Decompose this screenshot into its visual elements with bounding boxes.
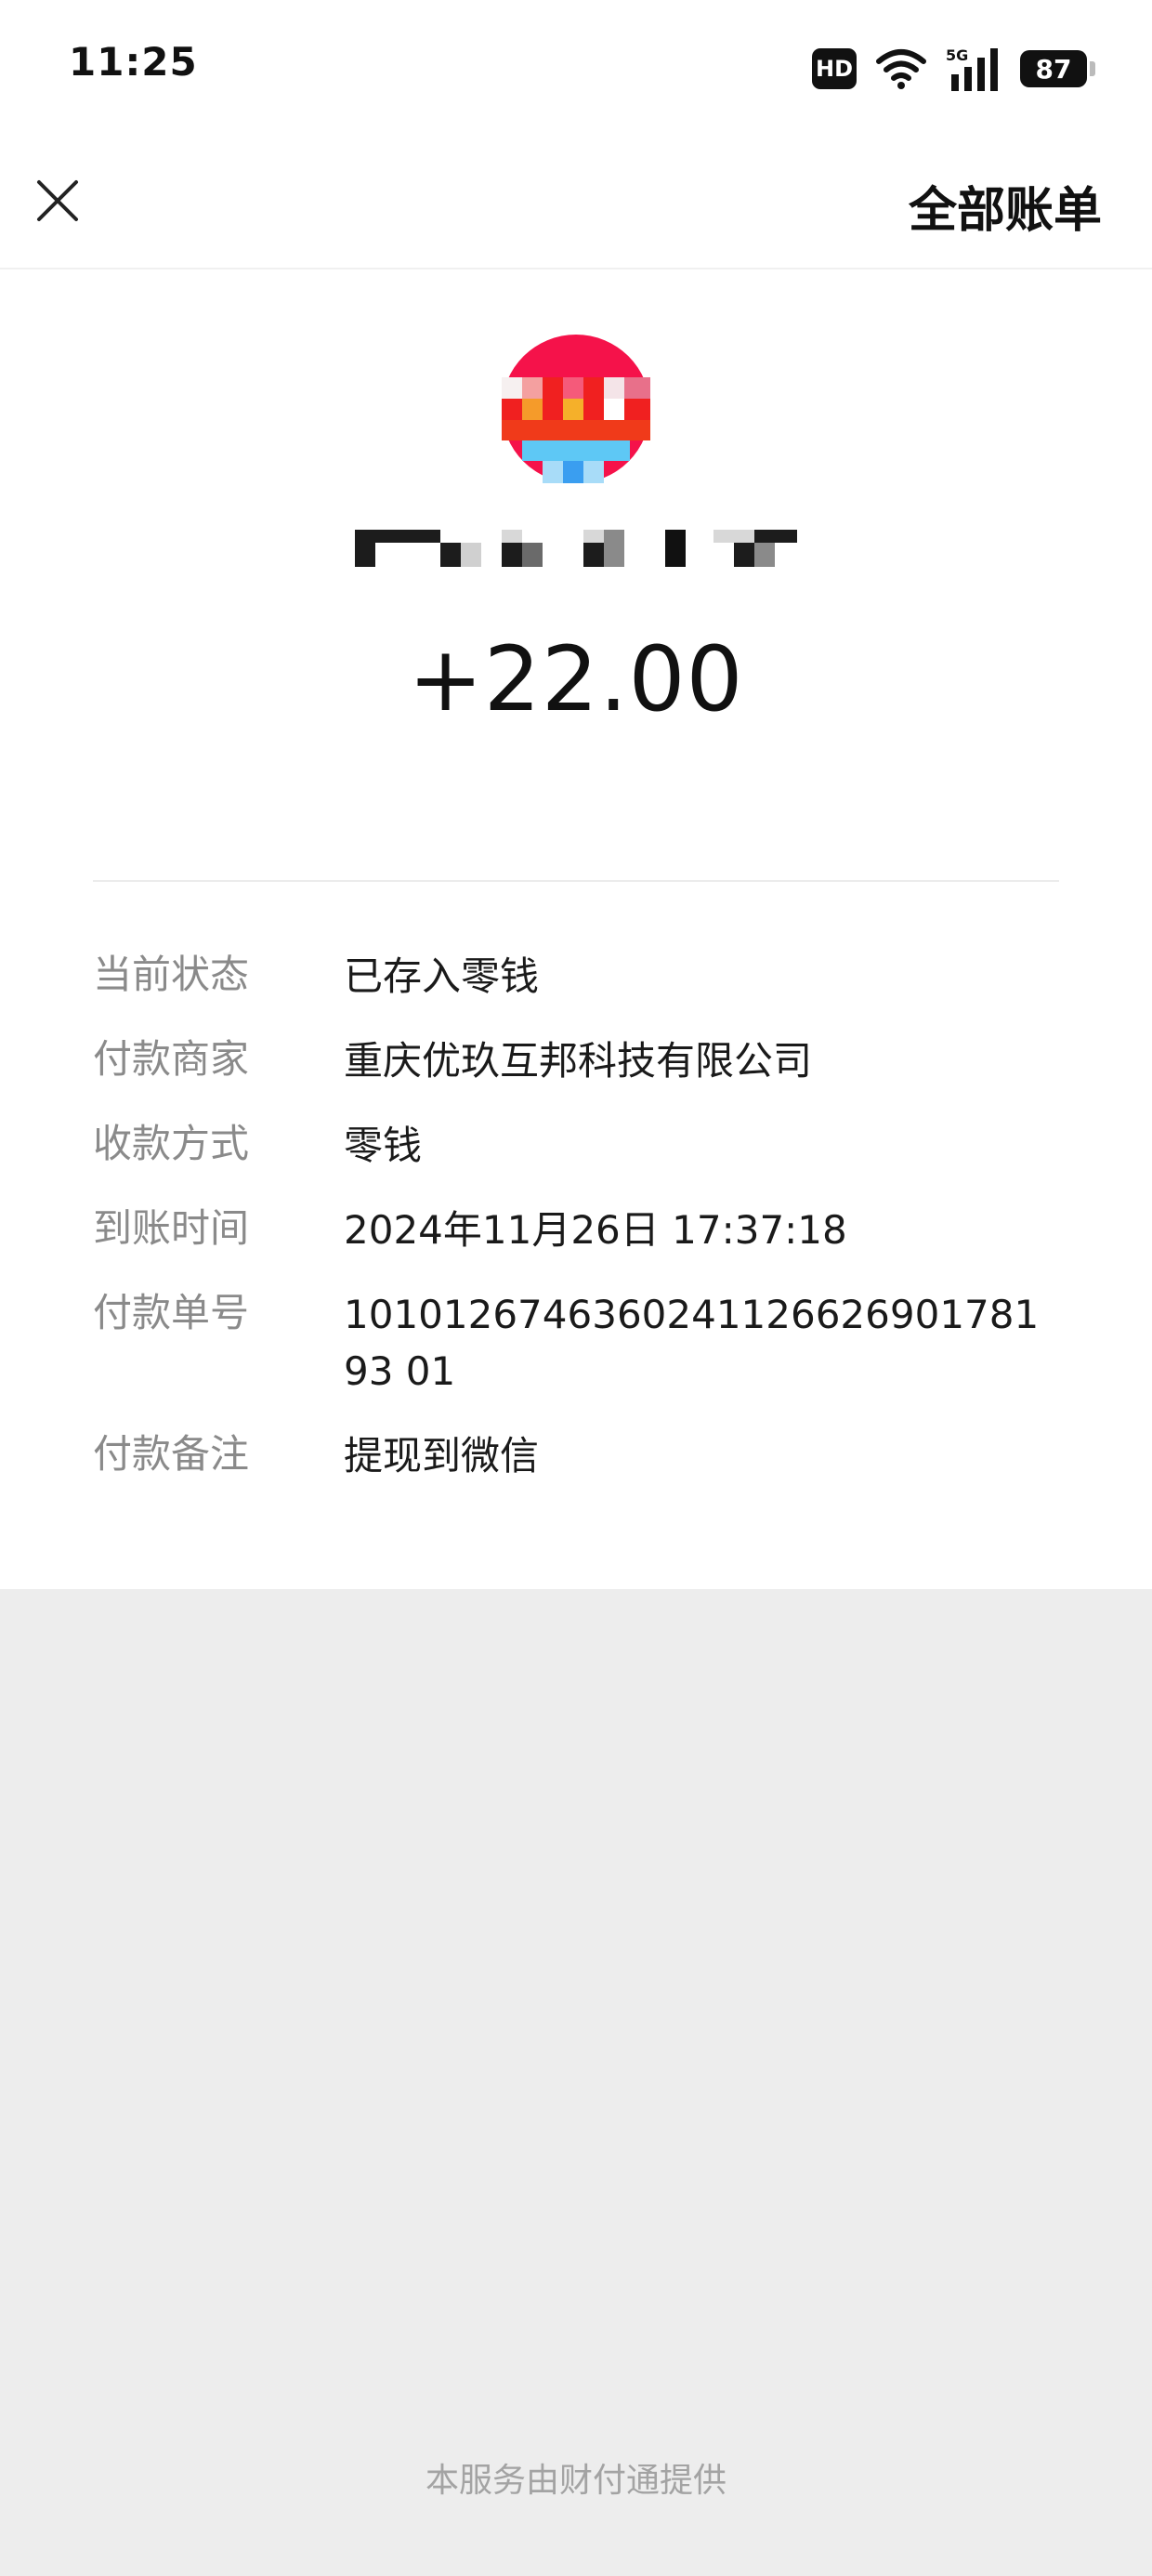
divider [93,880,1059,882]
status-bar: 11:25 HD 5G 87 [0,0,1152,139]
cellular-signal-icon: 5G [946,46,998,91]
close-icon [37,180,78,221]
detail-row-time: 到账时间 2024年11月26日 17:37:18 [93,1202,1059,1258]
detail-value: 重庆优玖互邦科技有限公司 [344,1038,813,1084]
svg-text:5G: 5G [946,46,968,64]
all-bills-link[interactable]: 全部账单 [909,171,1102,241]
status-icons: HD 5G 87 [812,43,1095,95]
detail-row-merchant: 付款商家 重庆优玖互邦科技有限公司 [93,1032,1059,1089]
detail-label: 付款单号 [93,1290,250,1335]
detail-label: 收款方式 [93,1121,250,1166]
transaction-card: +22.00 当前状态 已存入零钱 付款商家 重庆优玖互邦科技有限公司 收款方式… [0,269,1152,1589]
detail-value: 提现到微信 [344,1433,540,1479]
detail-list: 当前状态 已存入零钱 付款商家 重庆优玖互邦科技有限公司 收款方式 零钱 到账时… [93,948,1059,1512]
detail-row-method: 收款方式 零钱 [93,1117,1059,1174]
detail-value[interactable]: 101012674636024112662690178193 01 [344,1286,1059,1400]
status-time: 11:25 [69,39,198,85]
detail-label: 当前状态 [93,952,250,997]
detail-row-remark: 付款备注 提现到微信 [93,1427,1059,1484]
hd-icon: HD [812,48,857,89]
nav-bar: 全部账单 [0,139,1152,269]
detail-label: 付款备注 [93,1431,250,1477]
battery-icon: 87 [1020,50,1095,87]
detail-value: 零钱 [344,1123,423,1168]
detail-value: 2024年11月26日 17:37:18 [344,1207,847,1253]
transaction-amount: +22.00 [408,627,744,731]
detail-label: 到账时间 [93,1205,250,1251]
detail-row-status: 当前状态 已存入零钱 [93,948,1059,1005]
merchant-name-redacted [355,530,797,567]
merchant-avatar [502,335,650,483]
detail-row-order-number: 付款单号 101012674636024112662690178193 01 [93,1286,1059,1400]
close-button[interactable] [24,167,91,234]
footer-provider-note: 本服务由财付通提供 [425,2462,727,2500]
detail-label: 付款商家 [93,1036,250,1082]
detail-value: 已存入零钱 [344,953,540,999]
wifi-icon [876,49,926,89]
